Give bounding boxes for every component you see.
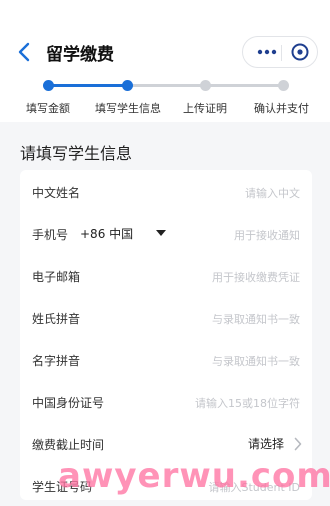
step-label-1: 填写金额: [26, 102, 70, 115]
surname-pinyin-row: 姓氏拼音 与录取通知书一致: [20, 296, 312, 338]
chevron-right-icon[interactable]: [294, 436, 302, 451]
step-dot-4: [278, 80, 289, 91]
step-dot-1: [43, 80, 54, 91]
step-connector-1: [48, 84, 127, 87]
progress-stepper: 填写金额 填写学生信息 上传证明 确认并支付: [0, 78, 330, 118]
id-number-input[interactable]: 请输入15或18位字符: [195, 395, 300, 411]
step-connector-2: [127, 84, 205, 87]
given-pinyin-label: 名字拼音: [32, 354, 81, 368]
deadline-select[interactable]: 请选择: [248, 435, 284, 452]
surname-pinyin-label: 姓氏拼音: [32, 312, 81, 326]
capsule-divider: [281, 45, 282, 61]
id-number-label: 中国身份证号: [32, 396, 105, 410]
student-info-form: 中文姓名 请输入中文 手机号 +86 中国 用于接收通知 电子邮箱 用于接收缴费…: [20, 170, 312, 500]
step-label-3: 上传证明: [183, 102, 227, 115]
page-title: 留学缴费: [46, 45, 114, 65]
email-input[interactable]: 用于接收缴费凭证: [212, 269, 300, 285]
phone-label: 手机号: [32, 228, 69, 242]
close-circle-icon[interactable]: [290, 42, 310, 62]
watermark-logo: awyerwu.com: [58, 456, 330, 496]
country-code-select[interactable]: +86 中国: [80, 225, 133, 242]
chinese-name-row: 中文姓名 请输入中文: [20, 170, 312, 212]
email-row: 电子邮箱 用于接收缴费凭证: [20, 254, 312, 296]
chinese-name-input[interactable]: 请输入中文: [245, 185, 300, 201]
deadline-label: 缴费截止时间: [32, 438, 105, 452]
surname-pinyin-input[interactable]: 与录取通知书一致: [212, 311, 300, 327]
more-dots-icon[interactable]: [253, 43, 281, 61]
section-title: 请填写学生信息: [20, 144, 133, 163]
step-dot-2: [122, 80, 133, 91]
phone-input[interactable]: 用于接收通知: [234, 227, 300, 243]
chinese-name-label: 中文姓名: [32, 186, 81, 200]
email-label: 电子邮箱: [32, 270, 81, 284]
step-label-2: 填写学生信息: [95, 102, 161, 115]
id-number-row: 中国身份证号 请输入15或18位字符: [20, 380, 312, 422]
given-pinyin-input[interactable]: 与录取通知书一致: [212, 353, 300, 369]
header-bar: 留学缴费 填写金额 填写学生信息 上传证明 确认并支付: [0, 0, 330, 122]
back-arrow-icon[interactable]: [18, 42, 32, 62]
mini-program-capsule: [242, 36, 318, 68]
given-pinyin-row: 名字拼音 与录取通知书一致: [20, 338, 312, 380]
step-label-4: 确认并支付: [254, 102, 309, 115]
step-dot-3: [200, 80, 211, 91]
caret-down-icon[interactable]: [156, 230, 166, 236]
step-connector-3: [205, 84, 283, 87]
phone-row: 手机号 +86 中国 用于接收通知: [20, 212, 312, 254]
